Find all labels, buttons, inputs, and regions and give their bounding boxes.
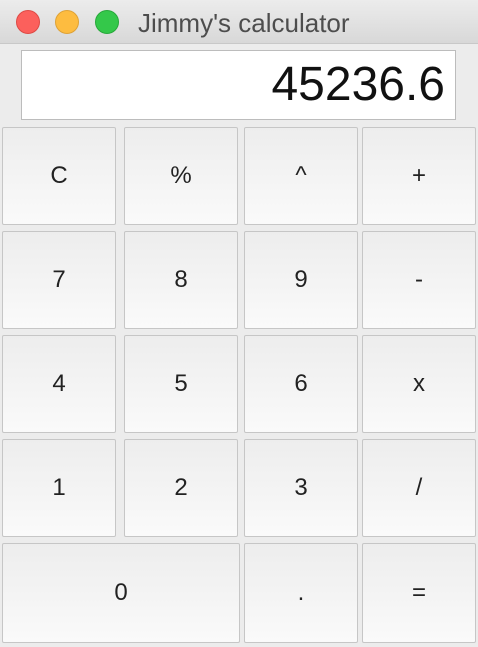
eight-button-label: 8: [174, 266, 188, 293]
six-button-label: 6: [294, 370, 308, 397]
zoom-button[interactable]: [95, 10, 119, 34]
two-button-label: 2: [174, 474, 188, 501]
nine-button-label: 9: [294, 266, 308, 293]
six-button[interactable]: 6: [244, 335, 358, 433]
three-button-label: 3: [294, 474, 308, 501]
zero-button-label: 0: [114, 579, 128, 606]
title-bar: Jimmy's calculator: [0, 0, 478, 44]
plus-button[interactable]: +: [362, 127, 476, 225]
divide-button[interactable]: /: [362, 439, 476, 537]
equals-button-label: =: [411, 579, 426, 606]
power-button[interactable]: ^: [244, 127, 358, 225]
equals-button[interactable]: =: [362, 543, 476, 643]
two-button[interactable]: 2: [124, 439, 238, 537]
minimize-button[interactable]: [55, 10, 79, 34]
four-button-label: 4: [52, 370, 66, 397]
clear-button[interactable]: C: [2, 127, 116, 225]
one-button[interactable]: 1: [2, 439, 116, 537]
display-value: 45236.6: [271, 58, 445, 111]
five-button-label: 5: [174, 370, 188, 397]
percent-button[interactable]: %: [124, 127, 238, 225]
seven-button[interactable]: 7: [2, 231, 116, 329]
minus-button-label: -: [415, 266, 423, 293]
one-button-label: 1: [52, 474, 66, 501]
power-button-label: ^: [295, 162, 307, 189]
percent-button-label: %: [170, 162, 192, 189]
clear-button-label: C: [50, 162, 68, 189]
minus-button[interactable]: -: [362, 231, 476, 329]
seven-button-label: 7: [52, 266, 66, 293]
calculator-window: Jimmy's calculator 45236.6 C % ^ + 7 8 9…: [0, 0, 478, 647]
four-button[interactable]: 4: [2, 335, 116, 433]
close-button[interactable]: [16, 10, 40, 34]
divide-button-label: /: [415, 474, 423, 501]
decimal-button-label: .: [297, 579, 305, 606]
zero-button[interactable]: 0: [2, 543, 240, 643]
decimal-button[interactable]: .: [244, 543, 358, 643]
nine-button[interactable]: 9: [244, 231, 358, 329]
eight-button[interactable]: 8: [124, 231, 238, 329]
multiply-button[interactable]: x: [362, 335, 476, 433]
window-title: Jimmy's calculator: [138, 8, 350, 38]
calculator-display: 45236.6: [21, 50, 456, 120]
multiply-button-label: x: [413, 370, 425, 397]
plus-button-label: +: [411, 162, 426, 189]
three-button[interactable]: 3: [244, 439, 358, 537]
five-button[interactable]: 5: [124, 335, 238, 433]
